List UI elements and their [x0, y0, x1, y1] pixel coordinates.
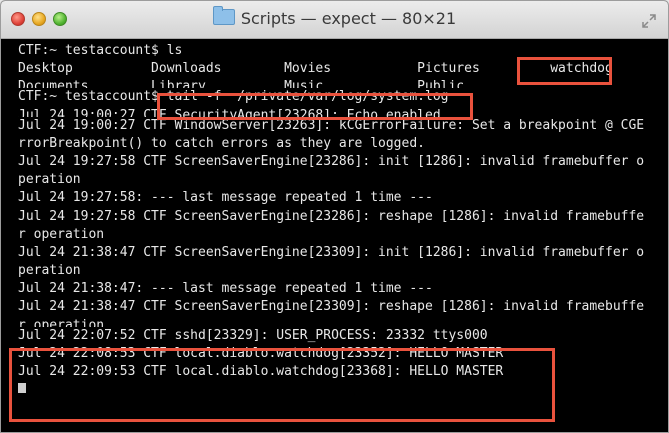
window-title-area: Scripts — expect — 80×21 — [1, 6, 668, 28]
terminal-line: Jul 24 21:38:47 CTF ScreenSaverEngine[23… — [18, 299, 645, 315]
terminal-window: Scripts — expect — 80×21 CTF:~ testaccou… — [0, 0, 669, 433]
terminal-line: Jul 24 19:27:58 CTF ScreenSaverEngine[23… — [18, 153, 645, 169]
fullscreen-icon[interactable] — [642, 13, 656, 28]
terminal-line: Jul 24 22:07:52 CTF sshd[23329]: USER_PR… — [18, 327, 488, 343]
terminal-line: r operation — [18, 226, 105, 242]
terminal-line: CTF:~ testaccount$ ls — [18, 43, 183, 58]
terminal-line: rrorBreakpoint() to catch errors as they… — [18, 135, 425, 151]
terminal-line: Jul 24 21:38:47: --- last message repeat… — [18, 281, 433, 297]
window-title: Scripts — expect — 80×21 — [240, 9, 457, 28]
terminal-line: peration — [18, 172, 81, 188]
terminal-line: Jul 24 21:38:47 CTF ScreenSaverEngine[23… — [18, 244, 645, 260]
terminal-line: Documents Library Music Public — [18, 79, 465, 89]
terminal-line: Jul 24 22:09:53 CTF local.diablo.watchdo… — [18, 364, 504, 379]
terminal-line: Jul 24 19:27:58: --- last message repeat… — [18, 190, 433, 206]
terminal-output[interactable]: CTF:~ testaccount$ ls Desktop Downloads … — [1, 39, 668, 432]
terminal-line: Jul 24 22:08:53 CTF local.diablo.watchdo… — [18, 345, 504, 361]
terminal-cursor — [18, 383, 26, 394]
terminal-line: peration — [18, 263, 81, 279]
terminal-line: Jul 24 19:00:27 CTF WindowServer[23263]:… — [18, 117, 645, 133]
terminal-line: Desktop Downloads Movies Pictures watchd… — [18, 61, 613, 77]
folder-icon — [212, 6, 235, 25]
title-bar[interactable]: Scripts — expect — 80×21 — [1, 1, 668, 39]
terminal-line: Jul 24 19:00:27 CTF SecurityAgent[23268]… — [18, 107, 441, 117]
terminal-line: CTF:~ testaccount$ tail -f /private/var/… — [18, 89, 449, 105]
terminal-line: Jul 24 19:27:58 CTF ScreenSaverEngine[23… — [18, 208, 645, 224]
terminal-line: r operation — [18, 317, 105, 327]
